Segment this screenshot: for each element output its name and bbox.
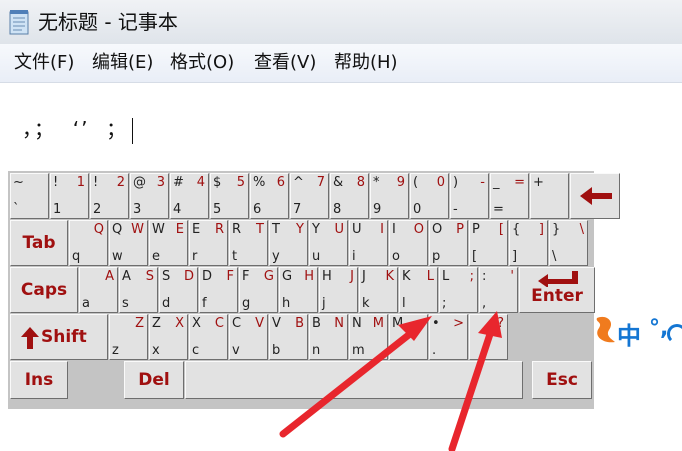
arrow-to-semicolon-key [279, 322, 424, 438]
arrow-to-quote-key [448, 321, 497, 451]
arrowhead-quote [478, 311, 502, 338]
annotation-arrows [279, 311, 502, 451]
